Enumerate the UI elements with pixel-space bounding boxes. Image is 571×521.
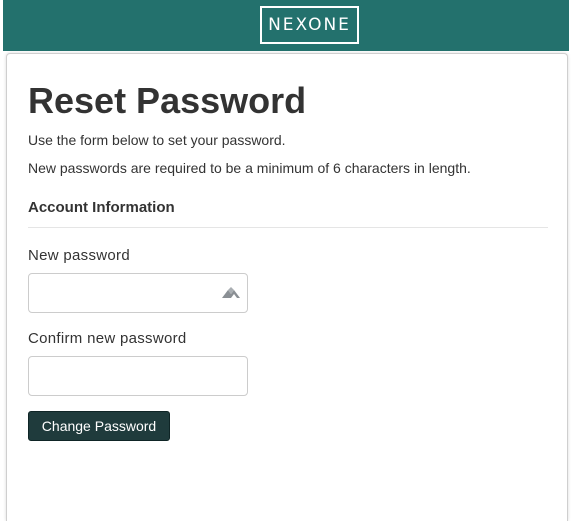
section-divider (28, 227, 548, 228)
intro-text: Use the form below to set your password. (28, 132, 286, 148)
new-password-field-wrapper (28, 273, 248, 313)
logo-text: NEXONE (268, 15, 351, 35)
nexone-logo[interactable]: NEXONE (260, 6, 359, 44)
top-header-bar: NEXONE (3, 0, 569, 51)
reset-password-card: Reset Password Use the form below to set… (6, 53, 568, 521)
confirm-password-input[interactable] (29, 357, 247, 395)
change-password-button[interactable]: Change Password (28, 411, 170, 441)
new-password-label: New password (28, 247, 130, 264)
password-manager-icon[interactable] (221, 286, 243, 300)
confirm-password-label: Confirm new password (28, 330, 187, 347)
confirm-password-field-wrapper (28, 356, 248, 396)
new-password-input[interactable] (29, 274, 247, 312)
account-information-heading: Account Information (28, 199, 175, 216)
password-requirement-text: New passwords are required to be a minim… (28, 160, 471, 176)
page-title: Reset Password (28, 80, 307, 121)
